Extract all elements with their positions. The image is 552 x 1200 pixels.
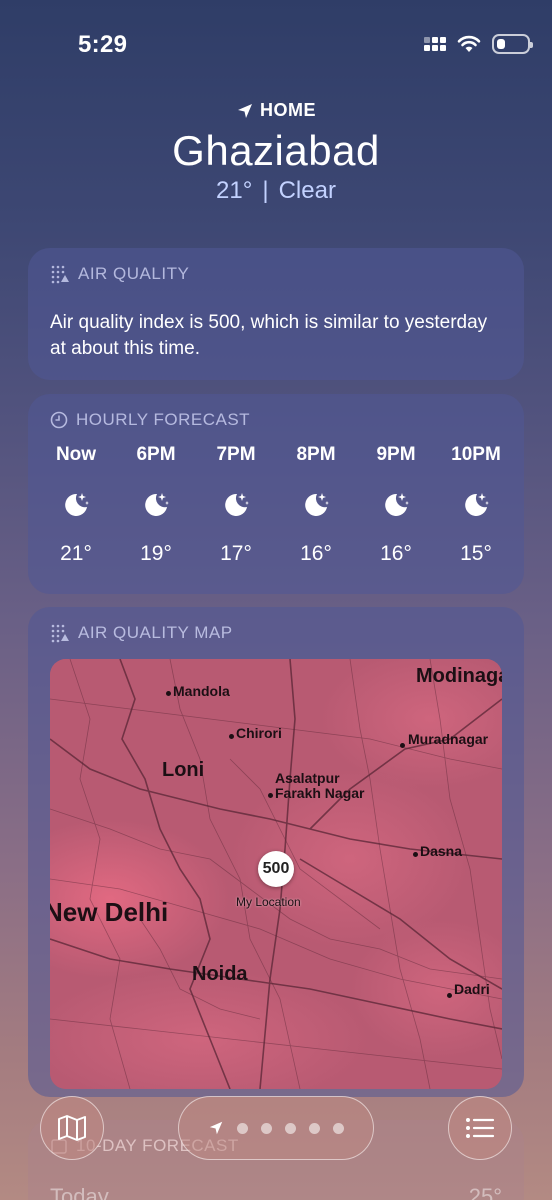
moon-stars-icon [145, 493, 169, 516]
status-bar: 5:29 [0, 0, 552, 90]
hour-item: 9PM 16° [356, 444, 436, 566]
map-place-loni: Loni [162, 759, 205, 781]
map-place-dot [268, 793, 273, 798]
map-place-dot [400, 743, 405, 748]
hour-time: 7PM [216, 444, 256, 465]
page-dot [309, 1122, 320, 1134]
hour-temp: 17° [220, 542, 252, 565]
hour-time: 10PM [451, 444, 501, 465]
clock-icon [50, 411, 68, 429]
moon-stars-icon [65, 493, 89, 516]
list-icon [466, 1118, 495, 1138]
hour-temp: 16° [300, 542, 332, 565]
air-quality-map[interactable]: Mandola Chirori Loni Asalatpur Farakh Na… [50, 659, 502, 1089]
page-dot [285, 1122, 296, 1134]
home-label-text: HOME [260, 100, 316, 120]
air-quality-card[interactable]: AIR QUALITY Air quality index is 500, wh… [28, 248, 524, 380]
hourly-forecast-title-text: HOURLY FORECAST [76, 410, 251, 429]
city-list-button[interactable] [448, 1096, 512, 1160]
hour-item: 8PM 16° [276, 444, 356, 566]
location-header: HOME Ghaziabad 21° | Clear [0, 100, 552, 205]
hourly-forecast-card[interactable]: HOURLY FORECAST Now 21° 6PM 19° 7PM 17° … [28, 394, 524, 594]
hour-item: 7PM 17° [196, 444, 276, 566]
map-place-dasna: Dasna [420, 843, 463, 859]
forecast-today-label: Today [50, 1184, 109, 1200]
air-quality-description: Air quality index is 500, which is simil… [50, 312, 488, 359]
map-place-chirori: Chirori [236, 725, 282, 741]
map-place-mandola: Mandola [173, 683, 230, 699]
wifi-icon [457, 35, 481, 52]
current-temp: 21° [216, 177, 253, 204]
battery-icon [492, 34, 533, 54]
map-place-farakh-nagar: Farakh Nagar [275, 785, 365, 801]
air-quality-icon [51, 265, 69, 284]
location-page-indicator[interactable] [178, 1096, 374, 1160]
hour-temp: 16° [380, 542, 412, 565]
hourly-forecast-title: HOURLY FORECAST [50, 410, 250, 430]
aqi-location-pin[interactable]: 500 [258, 851, 294, 887]
air-quality-map-title: AIR QUALITY MAP [50, 623, 233, 643]
status-icons [424, 34, 533, 54]
hour-temp: 19° [140, 542, 172, 565]
map-place-dot [447, 993, 452, 998]
air-quality-title: AIR QUALITY [50, 264, 189, 284]
hourly-list[interactable]: Now 21° 6PM 19° 7PM 17° 8PM 16° 9PM 16° … [36, 444, 516, 566]
map-icon [58, 1115, 86, 1141]
map-place-noida: Noida [192, 963, 248, 985]
air-quality-title-text: AIR QUALITY [78, 264, 190, 283]
hour-item: Now 21° [36, 444, 116, 566]
bottom-toolbar [0, 1096, 552, 1168]
conditions-separator: | [262, 177, 269, 204]
map-place-dot [413, 852, 418, 857]
map-place-dot [166, 691, 171, 696]
location-arrow-icon [238, 103, 252, 118]
city-name: Ghaziabad [172, 127, 380, 174]
moon-stars-icon [385, 493, 409, 516]
map-button[interactable] [40, 1096, 104, 1160]
map-place-asalatpur: Asalatpur [275, 770, 340, 786]
hour-time: Now [55, 444, 97, 465]
location-arrow-icon [209, 1121, 223, 1135]
hour-temp: 21° [60, 542, 92, 565]
map-place-dot [229, 734, 234, 739]
hour-time: 9PM [376, 444, 416, 465]
hour-time: 6PM [136, 444, 176, 465]
my-location-label: My Location [236, 895, 301, 909]
map-place-muradnagar: Muradnagar [408, 731, 489, 747]
current-conditions: 21° | Clear [0, 177, 552, 205]
status-time: 5:29 [78, 31, 128, 58]
forecast-today-high: 25° [468, 1184, 502, 1200]
current-condition: Clear [278, 177, 336, 204]
air-quality-icon [51, 624, 69, 643]
map-place-modinagar: Modinaga [416, 665, 502, 687]
moon-stars-icon [465, 493, 489, 516]
page-dot [333, 1122, 344, 1134]
page-dot [237, 1122, 248, 1134]
page-dot [261, 1122, 272, 1134]
hour-item: 6PM 19° [116, 444, 196, 566]
home-label: HOME [0, 100, 552, 121]
moon-stars-icon [305, 493, 329, 516]
moon-stars-icon [225, 493, 249, 516]
map-place-new-delhi: New Delhi [50, 897, 169, 927]
hour-time: 8PM [296, 444, 336, 465]
hour-temp: 15° [460, 542, 492, 565]
air-quality-map-title-text: AIR QUALITY MAP [78, 623, 233, 642]
air-quality-map-card[interactable]: AIR QUALITY MAP Mandola Chirori Loni Asa… [28, 607, 524, 1097]
map-place-dadri: Dadri [454, 981, 490, 997]
cellular-icon [424, 37, 446, 51]
battery-level [497, 39, 505, 49]
hour-item: 10PM 15° [436, 444, 516, 566]
